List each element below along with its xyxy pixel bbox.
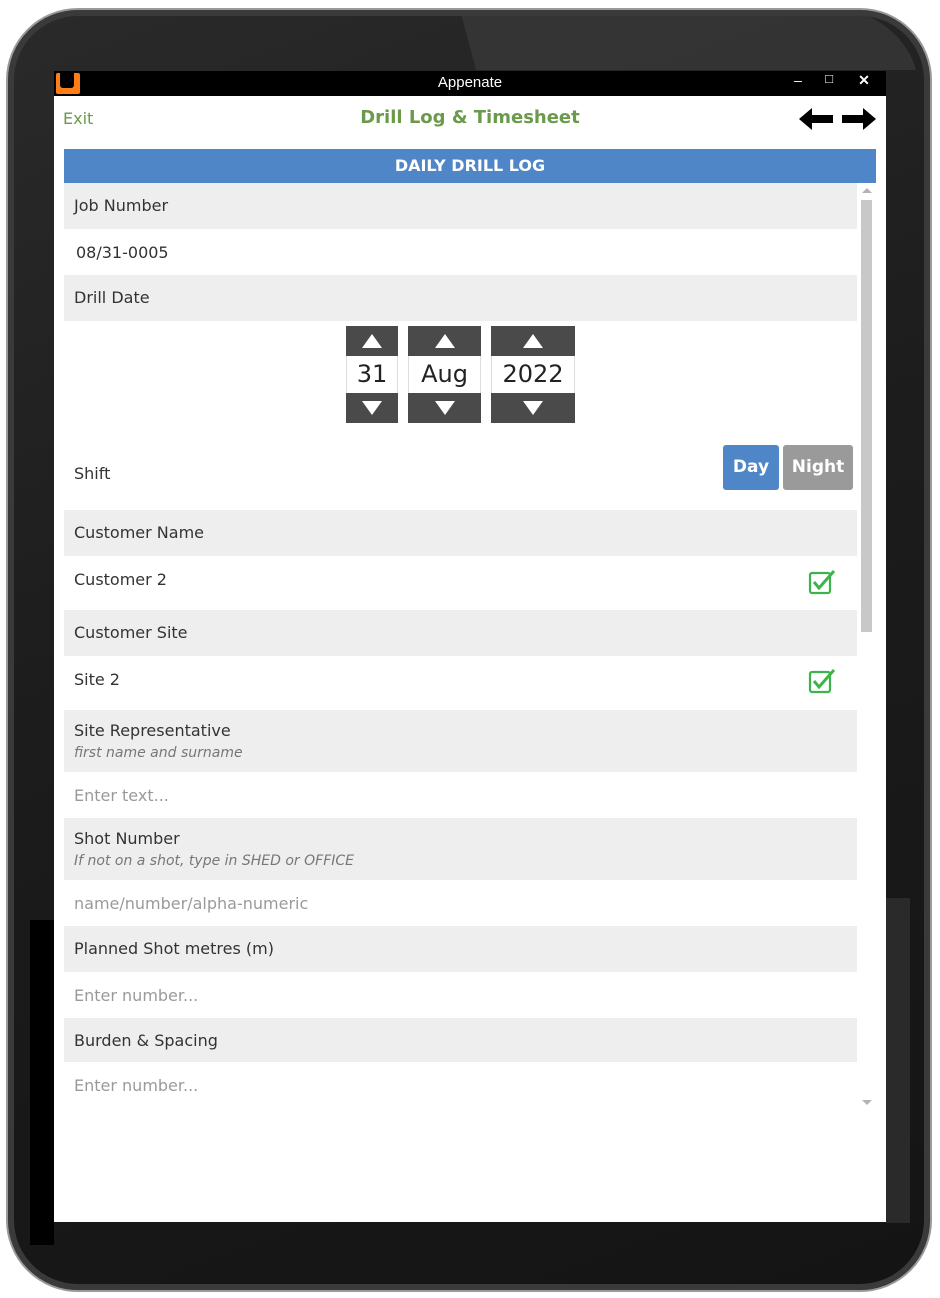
- form-navbar: Exit Drill Log & Timesheet: [54, 96, 886, 141]
- customer-site-value: Site 2: [74, 670, 120, 689]
- tablet-glare: [460, 10, 917, 70]
- shot-number-label-row: Shot Number If not on a shot, type in SH…: [64, 818, 857, 880]
- day-decrement-button[interactable]: [346, 393, 398, 423]
- planned-shot-metres-label-row: Planned Shot metres (m): [64, 926, 857, 972]
- minimize-button[interactable]: –: [788, 72, 808, 88]
- form-title: Drill Log & Timesheet: [360, 107, 580, 128]
- year-increment-button[interactable]: [491, 326, 575, 356]
- job-number-label: Job Number: [74, 196, 169, 215]
- customer-name-label: Customer Name: [74, 523, 205, 542]
- frame-strip-left: [30, 920, 54, 1245]
- drill-date-label: Drill Date: [74, 288, 150, 307]
- shift-day-button[interactable]: Day: [723, 445, 779, 490]
- site-representative-placeholder: Enter text...: [74, 786, 169, 805]
- scrollbar-thumb[interactable]: [861, 200, 872, 632]
- customer-name-value: Customer 2: [74, 570, 167, 589]
- close-button[interactable]: ✕: [854, 72, 874, 89]
- customer-name-label-row: Customer Name: [64, 510, 857, 556]
- month-value[interactable]: Aug: [408, 356, 481, 393]
- window-title: Appenate: [437, 74, 503, 91]
- planned-shot-metres-placeholder: Enter number...: [74, 986, 199, 1005]
- job-number-value: 08/31-0005: [76, 243, 169, 262]
- burden-spacing-input[interactable]: Enter number...: [64, 1062, 857, 1104]
- arrow-left-icon[interactable]: [799, 108, 833, 130]
- drill-date-label-row: Drill Date: [64, 275, 857, 321]
- month-spinner: Aug: [408, 326, 481, 424]
- year-decrement-button[interactable]: [491, 393, 575, 423]
- customer-site-label-row: Customer Site: [64, 610, 857, 656]
- month-decrement-button[interactable]: [408, 393, 481, 423]
- burden-spacing-placeholder: Enter number...: [74, 1076, 199, 1095]
- site-representative-label-row: Site Representative first name and surna…: [64, 710, 857, 772]
- customer-site-field[interactable]: Site 2: [64, 656, 857, 710]
- site-representative-hint: first name and surname: [74, 745, 243, 761]
- scroll-down-arrow-icon[interactable]: [862, 1100, 872, 1105]
- checkbox-checked-icon[interactable]: [808, 568, 836, 596]
- site-representative-input[interactable]: Enter text...: [64, 772, 857, 818]
- checkbox-checked-icon[interactable]: [808, 667, 836, 695]
- job-number-label-row: Job Number: [64, 183, 857, 229]
- day-increment-button[interactable]: [346, 326, 398, 356]
- window-titlebar: Appenate – □ ✕: [54, 71, 886, 96]
- customer-site-label: Customer Site: [74, 623, 188, 642]
- arrow-right-icon[interactable]: [842, 108, 876, 130]
- burden-spacing-label-row: Burden & Spacing: [64, 1018, 857, 1062]
- shot-number-label: Shot Number: [74, 829, 180, 848]
- customer-name-field[interactable]: Customer 2: [64, 556, 857, 610]
- scroll-up-arrow-icon[interactable]: [862, 188, 872, 193]
- shift-night-button[interactable]: Night: [783, 445, 853, 490]
- frame-strip-right: [886, 898, 910, 1223]
- job-number-field[interactable]: 08/31-0005: [64, 229, 857, 275]
- burden-spacing-label: Burden & Spacing: [74, 1031, 218, 1050]
- planned-shot-metres-label: Planned Shot metres (m): [74, 939, 274, 958]
- site-representative-label: Site Representative: [74, 721, 231, 740]
- shot-number-placeholder: name/number/alpha-numeric: [74, 894, 309, 913]
- year-value[interactable]: 2022: [491, 356, 575, 393]
- month-increment-button[interactable]: [408, 326, 481, 356]
- day-spinner: 31: [346, 326, 398, 424]
- shift-label: Shift: [74, 464, 111, 483]
- maximize-button[interactable]: □: [819, 71, 839, 86]
- section-header: DAILY DRILL LOG: [64, 149, 876, 183]
- planned-shot-metres-input[interactable]: Enter number...: [64, 972, 857, 1018]
- shot-number-hint: If not on a shot, type in SHED or OFFICE: [74, 853, 354, 869]
- year-spinner: 2022: [491, 326, 575, 424]
- shot-number-input[interactable]: name/number/alpha-numeric: [64, 880, 857, 926]
- app-screen: Appenate – □ ✕ Exit Drill Log & Timeshee…: [54, 71, 886, 1222]
- day-value[interactable]: 31: [346, 356, 398, 393]
